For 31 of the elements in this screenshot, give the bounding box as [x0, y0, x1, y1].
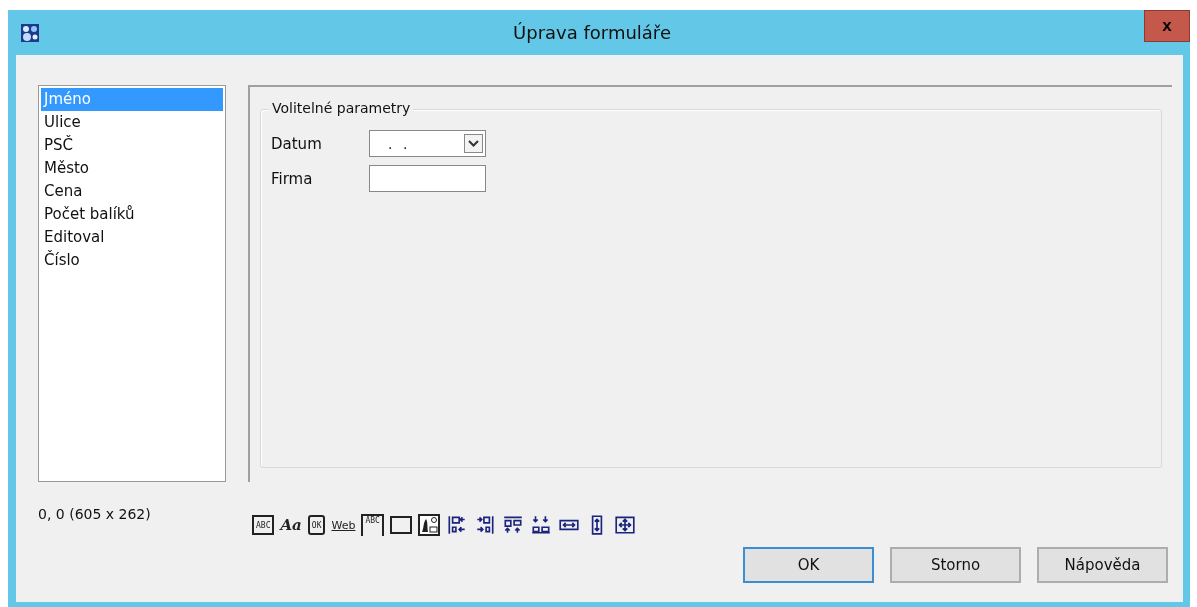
align-tool-icon[interactable] — [445, 514, 468, 536]
field-list-item[interactable]: PSČ — [41, 134, 223, 157]
app-icon — [20, 22, 40, 43]
button-tool-icon[interactable]: OK — [307, 515, 326, 535]
field-label: Datum — [271, 134, 323, 153]
dialog-button[interactable]: Nápověda — [1037, 547, 1168, 583]
window-title: Úprava formuláře — [512, 22, 672, 43]
label-tool-icon[interactable]: ABC — [252, 515, 275, 535]
close-button[interactable]: x — [1144, 10, 1190, 42]
field-list-item[interactable]: Počet balíků — [41, 203, 223, 226]
dialog-button[interactable]: OK — [743, 547, 874, 583]
field-list-item[interactable]: Číslo — [41, 249, 223, 272]
field-label: Firma — [271, 169, 314, 188]
font-tool-icon[interactable]: Aa — [280, 515, 302, 535]
field-list-item[interactable]: Cena — [41, 180, 223, 203]
dropdown-icon[interactable] — [464, 134, 483, 153]
field-list-item[interactable]: Město — [41, 157, 223, 180]
image-tool-icon[interactable] — [417, 514, 440, 536]
link-tool-icon[interactable]: Web — [331, 515, 356, 535]
align-tool-icon[interactable] — [613, 514, 636, 536]
field-list-item[interactable]: Editoval — [41, 226, 223, 249]
dialog-button[interactable]: Storno — [890, 547, 1021, 583]
field-list-item[interactable]: Ulice — [41, 111, 223, 134]
group-title: Volitelné parametry — [269, 100, 414, 116]
group-tool-icon[interactable]: ABC — [361, 514, 384, 536]
align-tool-icon[interactable] — [501, 514, 524, 536]
align-tool-icon[interactable] — [529, 514, 552, 536]
frame-tool-icon[interactable] — [389, 516, 412, 534]
position-readout: 0, 0 (605 x 262) — [38, 506, 152, 522]
input-field[interactable] — [369, 165, 486, 192]
date-field[interactable]: . . — [369, 130, 486, 157]
